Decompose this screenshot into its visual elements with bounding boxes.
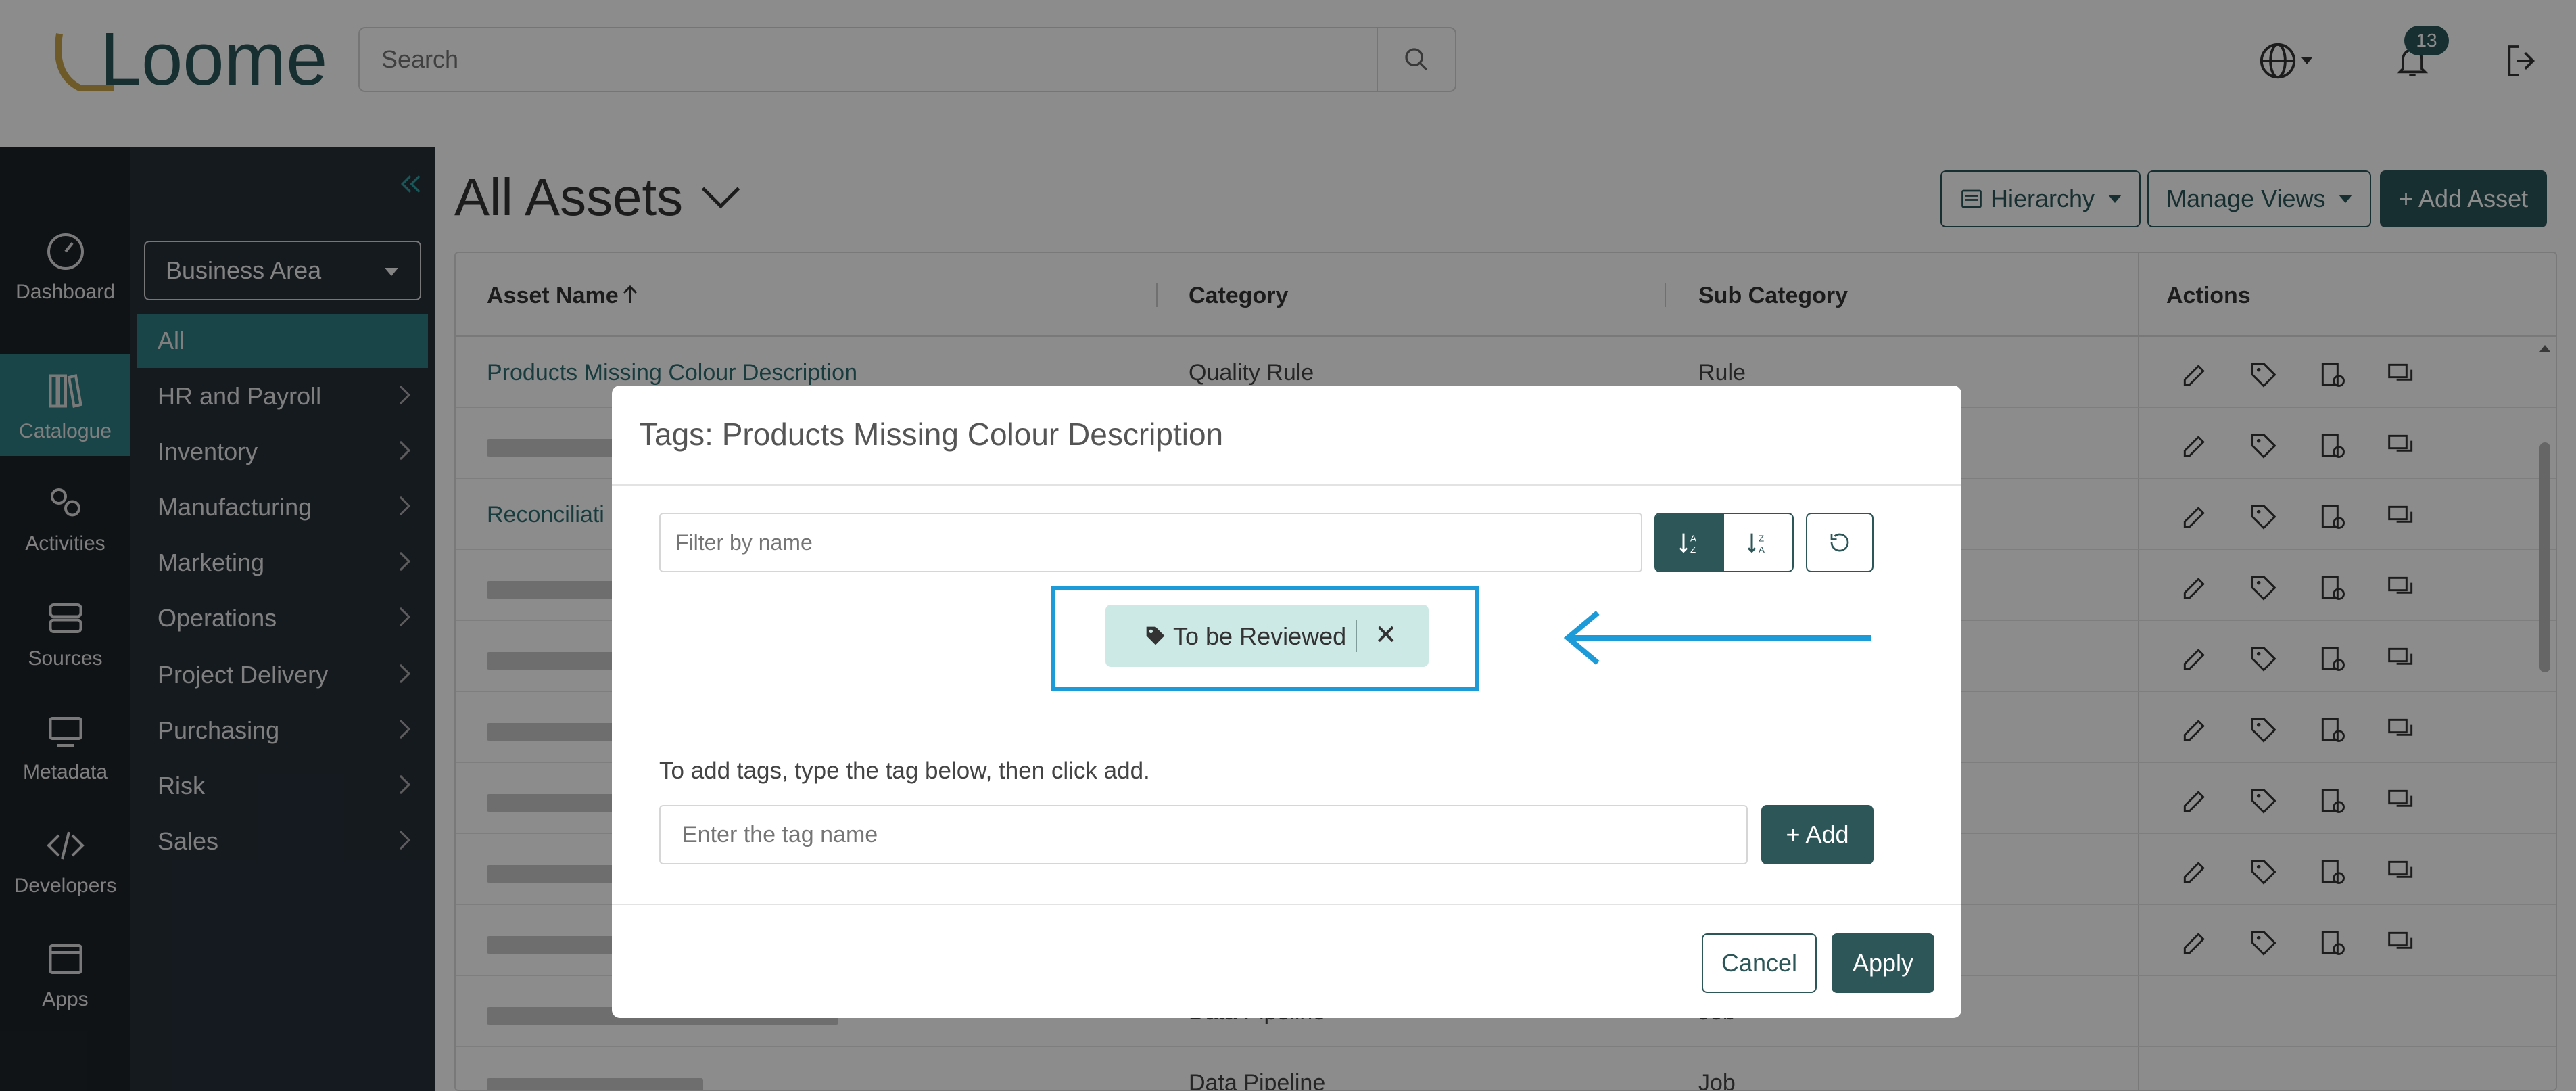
tag-label: To be Reviewed — [1173, 622, 1347, 650]
sort-alpha-down-icon: AZ — [1679, 533, 1696, 555]
remove-tag-button[interactable]: ✕ — [1375, 620, 1398, 651]
sort-a-z-button[interactable]: AZ — [1656, 514, 1724, 571]
modal-title: Tags: Products Missing Colour Descriptio… — [639, 417, 1224, 452]
add-tag-help-text: To add tags, type the tag below, then cl… — [659, 758, 1150, 784]
svg-text:A: A — [1759, 544, 1765, 555]
filter-by-name-input[interactable] — [659, 513, 1642, 572]
svg-text:A: A — [1690, 533, 1696, 543]
tag-icon — [1146, 626, 1165, 645]
cancel-label: Cancel — [1721, 949, 1798, 977]
sort-button-group: AZ ZA — [1654, 513, 1794, 572]
add-tag-button[interactable]: + Add — [1761, 805, 1874, 864]
tag-name-input[interactable] — [659, 805, 1748, 864]
arrow-left-icon — [1563, 610, 1871, 666]
svg-text:Z: Z — [1690, 544, 1696, 555]
cancel-button[interactable]: Cancel — [1702, 933, 1817, 993]
tags-modal: Tags: Products Missing Colour Descriptio… — [612, 386, 1961, 1018]
divider — [612, 484, 1961, 486]
svg-text:Z: Z — [1759, 533, 1764, 543]
add-tag-label: + Add — [1786, 820, 1849, 848]
tag-chip: To be Reviewed ✕ — [1105, 605, 1429, 667]
reset-sort-button[interactable] — [1806, 513, 1874, 572]
sort-alpha-up-icon: ZA — [1747, 533, 1765, 555]
apply-button[interactable]: Apply — [1832, 933, 1934, 993]
chip-divider — [1356, 620, 1357, 652]
divider — [612, 904, 1961, 905]
sort-z-a-button[interactable]: ZA — [1724, 514, 1792, 571]
reset-icon — [1830, 533, 1849, 552]
apply-label: Apply — [1852, 949, 1914, 977]
